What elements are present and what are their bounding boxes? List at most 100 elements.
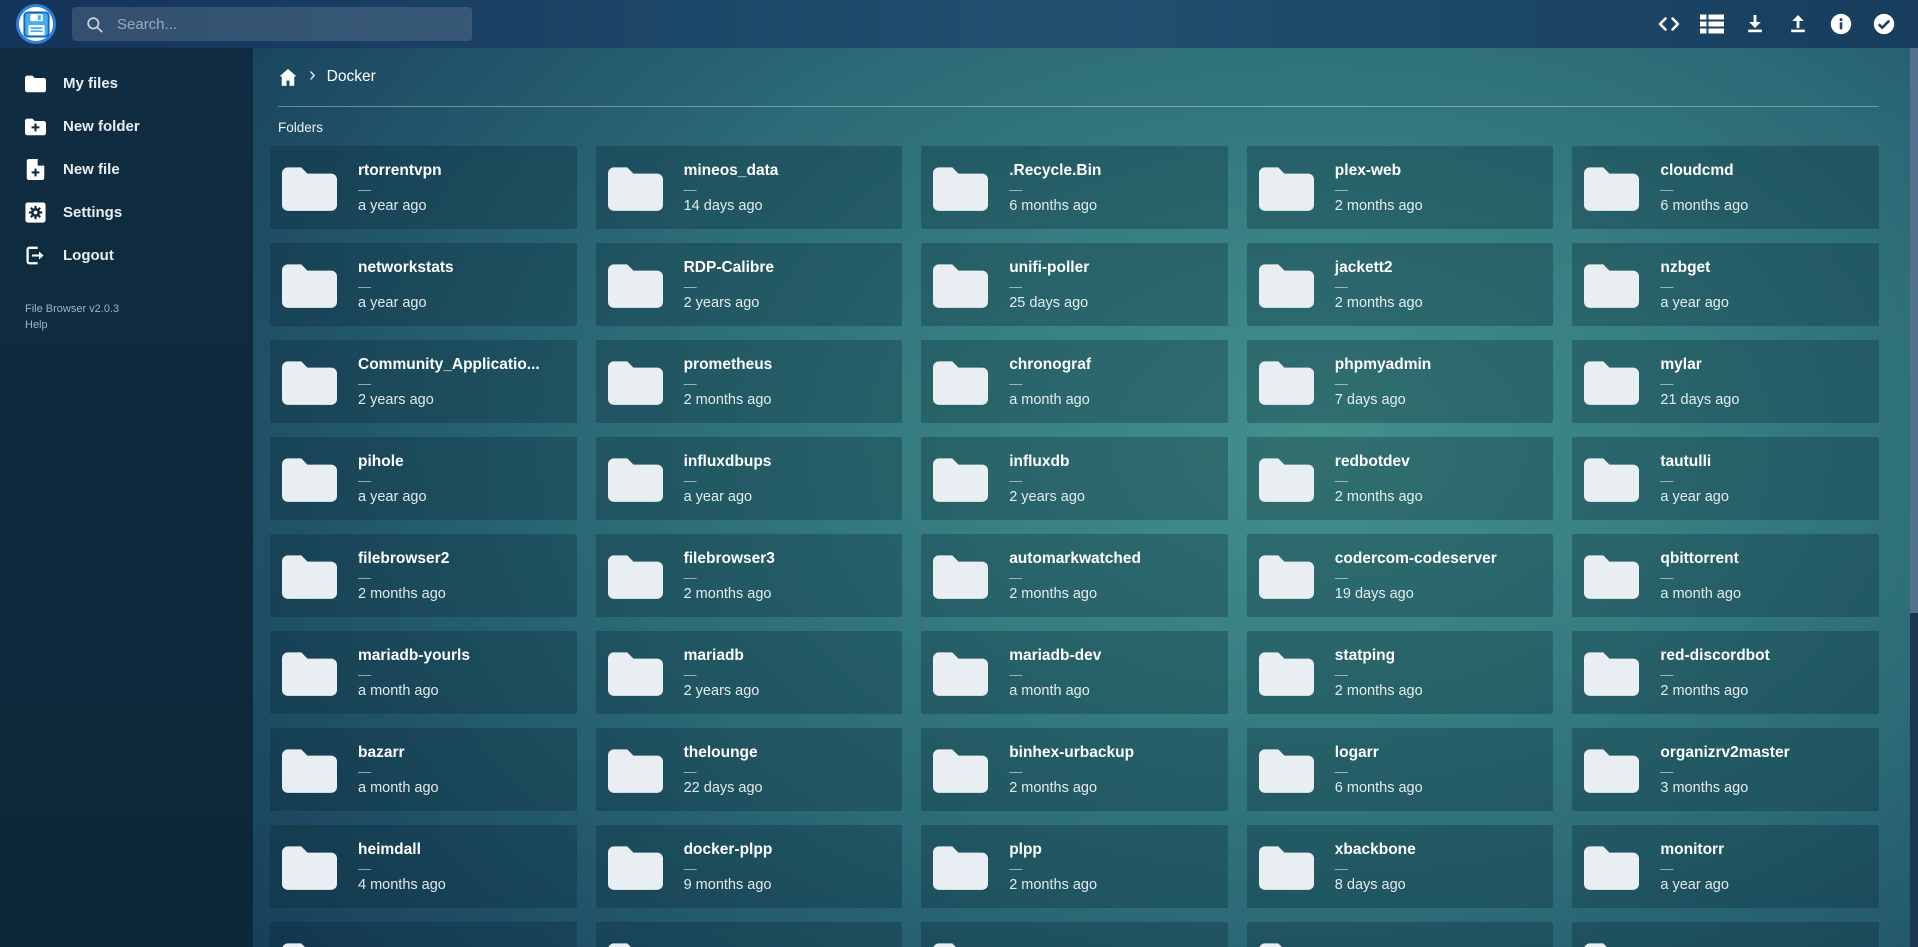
- folder-name: plex-web: [1335, 162, 1423, 180]
- folder-card[interactable]: nzbget—a year ago: [1572, 243, 1879, 326]
- folder-card[interactable]: redbotdev—2 months ago: [1247, 437, 1554, 520]
- separator-dash: —: [1335, 476, 1423, 485]
- folder-icon: [1584, 747, 1639, 793]
- folder-name: influxdb: [1009, 453, 1085, 471]
- folder-icon: [1259, 262, 1314, 308]
- folder-card[interactable]: binhex-urbackup—2 months ago: [921, 728, 1228, 811]
- folder-card[interactable]: chronograf—a month ago: [921, 340, 1228, 423]
- download-icon[interactable]: [1743, 12, 1767, 36]
- separator-dash: —: [1009, 282, 1089, 291]
- folder-card[interactable]: mylar—21 days ago: [1572, 340, 1879, 423]
- folder-name: jackett2: [1335, 259, 1423, 277]
- folder-card[interactable]: mariadb-yourls—a month ago: [270, 631, 577, 714]
- app-logo-button[interactable]: [16, 4, 56, 44]
- folder-card[interactable]: tautulli—a year ago: [1572, 437, 1879, 520]
- folder-info: red-discordbot—2 months ago: [1660, 647, 1769, 699]
- folder-name: bazarr: [358, 744, 439, 762]
- folder-card[interactable]: docker-plpp—9 months ago: [596, 825, 903, 908]
- folder-card[interactable]: heimdall—4 months ago: [270, 825, 577, 908]
- folder-card[interactable]: codercom-codeserver—19 days ago: [1247, 534, 1554, 617]
- folder-card[interactable]: networkstats—a year ago: [270, 243, 577, 326]
- list-view-icon[interactable]: [1700, 12, 1724, 36]
- separator-dash: —: [1335, 767, 1423, 776]
- folder-card[interactable]: Community_Applicatio...—2 years ago: [270, 340, 577, 423]
- folder-modified-date: 25 days ago: [1009, 295, 1089, 311]
- folder-card[interactable]: xbackbone—8 days ago: [1247, 825, 1554, 908]
- folder-card[interactable]: cloudcmd—6 months ago: [1572, 146, 1879, 229]
- folder-card[interactable]: filebrowser3—2 months ago: [596, 534, 903, 617]
- folder-card[interactable]: filebrowser2—2 months ago: [270, 534, 577, 617]
- separator-dash: —: [358, 670, 470, 679]
- folder-card[interactable]: .Recycle.Bin—6 months ago: [921, 146, 1228, 229]
- sidebar-item-new-folder[interactable]: New folder: [0, 105, 253, 148]
- folder-modified-date: 2 months ago: [684, 586, 775, 602]
- logout-icon: [25, 245, 46, 266]
- separator-dash: —: [684, 185, 779, 194]
- floppy-disk-logo-icon: [23, 11, 50, 38]
- scrollbar-thumb[interactable]: [1910, 48, 1918, 613]
- folder-modified-date: a month ago: [358, 780, 439, 796]
- folder-card[interactable]: codimd—: [1572, 922, 1879, 947]
- folder-card[interactable]: bazarr—a month ago: [270, 728, 577, 811]
- folder-card[interactable]: pihole—a year ago: [270, 437, 577, 520]
- folder-info: prometheus—2 months ago: [684, 356, 773, 408]
- folder-card[interactable]: organizrv2master—3 months ago: [1572, 728, 1879, 811]
- folder-card[interactable]: rtorrentvpn—a year ago: [270, 146, 577, 229]
- main-content: › Docker Folders rtorrentvpn—a year agom…: [253, 48, 1918, 947]
- folder-card[interactable]: statping—2 months ago: [1247, 631, 1554, 714]
- separator-dash: —: [684, 379, 773, 388]
- folder-card[interactable]: red-discordbot—2 months ago: [1572, 631, 1879, 714]
- check-circle-icon[interactable]: [1872, 12, 1896, 36]
- separator-dash: —: [1009, 476, 1085, 485]
- folder-grid: rtorrentvpn—a year agomineos_data—14 day…: [270, 146, 1879, 947]
- folder-card[interactable]: organizr—: [596, 922, 903, 947]
- upload-icon[interactable]: [1786, 12, 1810, 36]
- folder-card[interactable]: logarr—6 months ago: [1247, 728, 1554, 811]
- folder-icon: [282, 844, 337, 890]
- sidebar-item-settings[interactable]: Settings: [0, 191, 253, 234]
- folder-card[interactable]: minecraft—: [921, 922, 1228, 947]
- folder-card[interactable]: thelounge—22 days ago: [596, 728, 903, 811]
- folder-card[interactable]: code-server—: [270, 922, 577, 947]
- folder-card[interactable]: jackett2—2 months ago: [1247, 243, 1554, 326]
- separator-dash: —: [358, 864, 446, 873]
- folder-modified-date: 3 months ago: [1660, 780, 1789, 796]
- sidebar-item-my-files[interactable]: My files: [0, 62, 253, 105]
- folder-info: nzbget—a year ago: [1660, 259, 1729, 311]
- search-bar[interactable]: [72, 7, 472, 41]
- code-icon[interactable]: [1657, 12, 1681, 36]
- folder-card[interactable]: mariadb—2 years ago: [596, 631, 903, 714]
- folder-name: filebrowser3: [684, 550, 775, 568]
- folder-card[interactable]: plex-web—2 months ago: [1247, 146, 1554, 229]
- sidebar-item-logout[interactable]: Logout: [0, 234, 253, 277]
- help-link[interactable]: Help: [25, 319, 253, 331]
- home-button[interactable]: [278, 68, 298, 87]
- folder-card[interactable]: prometheus—2 months ago: [596, 340, 903, 423]
- folder-card[interactable]: mineos—: [1247, 922, 1554, 947]
- folder-card[interactable]: plpp—2 months ago: [921, 825, 1228, 908]
- folder-modified-date: 21 days ago: [1660, 392, 1739, 408]
- folder-card[interactable]: unifi-poller—25 days ago: [921, 243, 1228, 326]
- folder-modified-date: a year ago: [1660, 295, 1729, 311]
- folder-card[interactable]: RDP-Calibre—2 years ago: [596, 243, 903, 326]
- folder-card[interactable]: monitorr—a year ago: [1572, 825, 1879, 908]
- folder-info: mariadb-dev—a month ago: [1009, 647, 1101, 699]
- folder-name: RDP-Calibre: [684, 259, 774, 277]
- folder-card[interactable]: mariadb-dev—a month ago: [921, 631, 1228, 714]
- version-link[interactable]: File Browser v2.0.3: [25, 303, 253, 315]
- folder-icon: [1259, 941, 1314, 947]
- sidebar-item-new-file[interactable]: New file: [0, 148, 253, 191]
- search-input[interactable]: [117, 16, 459, 33]
- folder-card[interactable]: influxdbups—a year ago: [596, 437, 903, 520]
- folder-card[interactable]: automarkwatched—2 months ago: [921, 534, 1228, 617]
- folder-modified-date: 2 months ago: [1660, 683, 1769, 699]
- folder-card[interactable]: qbittorrent—a month ago: [1572, 534, 1879, 617]
- folder-icon: [1259, 359, 1314, 405]
- folder-card[interactable]: mineos_data—14 days ago: [596, 146, 903, 229]
- info-icon[interactable]: [1829, 12, 1853, 36]
- scrollbar-track[interactable]: [1910, 48, 1918, 947]
- folder-card[interactable]: influxdb—2 years ago: [921, 437, 1228, 520]
- separator-dash: —: [1660, 379, 1739, 388]
- folder-card[interactable]: phpmyadmin—7 days ago: [1247, 340, 1554, 423]
- folder-name: plpp: [1009, 841, 1097, 859]
